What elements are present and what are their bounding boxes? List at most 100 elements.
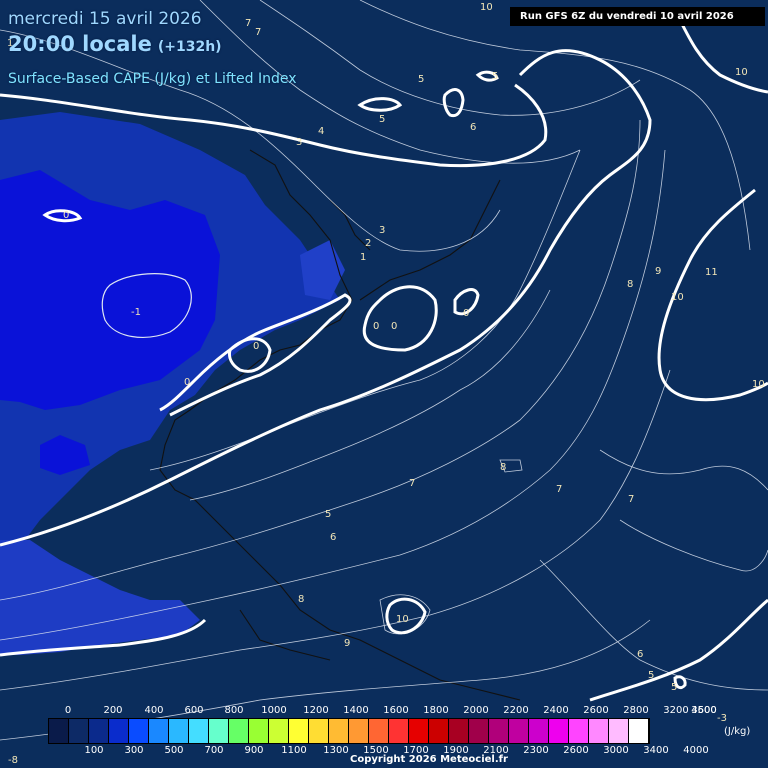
scale-bottom-tick: 900 bbox=[244, 745, 264, 756]
contour-label: 3 bbox=[379, 225, 385, 236]
scale-swatch bbox=[149, 719, 169, 743]
forecast-date: mercredi 15 avril 2026 bbox=[8, 9, 202, 29]
scale-unit: (J/kg) bbox=[724, 726, 751, 737]
scale-swatch bbox=[229, 719, 249, 743]
forecast-time: 20:00 locale (+132h) bbox=[8, 32, 222, 56]
contour-label: 0 bbox=[391, 321, 397, 332]
contour-label: 10 bbox=[735, 67, 748, 78]
contour-label: 8 bbox=[627, 279, 633, 290]
contour-label: 7 bbox=[556, 484, 562, 495]
scale-top-tick: 1600 bbox=[383, 705, 409, 716]
scale-top-tick: 1800 bbox=[423, 705, 449, 716]
scale-swatch bbox=[249, 719, 269, 743]
product-title: Surface-Based CAPE (J/kg) et Lifted Inde… bbox=[8, 71, 297, 87]
contour-label: 0 bbox=[63, 210, 69, 221]
scale-swatch bbox=[409, 719, 429, 743]
scale-bottom-tick: 3400 bbox=[643, 745, 669, 756]
contour-label: 0 bbox=[253, 341, 259, 352]
scale-bottom-tick: 3000 bbox=[603, 745, 629, 756]
scale-swatch bbox=[329, 719, 349, 743]
scale-top-tick: 2600 bbox=[583, 705, 609, 716]
scale-top-tick: 200 bbox=[103, 705, 123, 716]
scale-swatch bbox=[129, 719, 149, 743]
contour-label: 9 bbox=[655, 266, 661, 277]
scale-swatch bbox=[309, 719, 329, 743]
contour-label: 8 bbox=[298, 594, 304, 605]
scale-swatch bbox=[529, 719, 549, 743]
forecast-time-text: 20:00 locale bbox=[8, 32, 152, 56]
contour-label: 5 bbox=[418, 74, 424, 85]
scale-swatch bbox=[49, 719, 69, 743]
contour-label: -8 bbox=[8, 755, 18, 766]
scale-bottom-tick: 700 bbox=[204, 745, 224, 756]
scale-top-tick: 2800 bbox=[623, 705, 649, 716]
contour-label: 2 bbox=[365, 238, 371, 249]
copyright: Copyright 2026 Meteociel.fr bbox=[350, 754, 508, 765]
scale-swatch bbox=[629, 719, 649, 743]
contour-label: -1 bbox=[131, 307, 141, 318]
contour-label: 11 bbox=[705, 267, 718, 278]
scale-top-tick: 2000 bbox=[463, 705, 489, 716]
scale-swatch bbox=[469, 719, 489, 743]
contour-label: 6 bbox=[637, 649, 643, 660]
scale-swatch bbox=[209, 719, 229, 743]
contour-label: 5 bbox=[379, 114, 385, 125]
scale-swatch bbox=[569, 719, 589, 743]
contour-label: 0 bbox=[463, 308, 469, 319]
contour-label: 8 bbox=[500, 462, 506, 473]
scale-swatch bbox=[509, 719, 529, 743]
scale-swatch bbox=[609, 719, 629, 743]
scale-swatch bbox=[289, 719, 309, 743]
scale-top-tick: 1000 bbox=[261, 705, 287, 716]
contour-label: 10 bbox=[752, 379, 765, 390]
weather-map: 7710101555610430213891110-10000010877756… bbox=[0, 0, 768, 768]
contour-label: 5 bbox=[648, 670, 654, 681]
run-info: Run GFS 6Z du vendredi 10 avril 2026 bbox=[510, 7, 765, 26]
contour-label: 5 bbox=[671, 682, 677, 693]
scale-bottom-tick: 100 bbox=[84, 745, 104, 756]
scale-bottom-tick: 2300 bbox=[523, 745, 549, 756]
contour-label: 7 bbox=[245, 18, 251, 29]
contour-label: 10 bbox=[396, 614, 409, 625]
scale-swatch bbox=[169, 719, 189, 743]
scale-top-tick: 3200 bbox=[663, 705, 689, 716]
scale-bottom-tick: 1300 bbox=[323, 745, 349, 756]
contour-label: 6 bbox=[330, 532, 336, 543]
scale-swatch bbox=[89, 719, 109, 743]
scale-bottom-tick: 4000 bbox=[683, 745, 709, 756]
scale-bottom-tick: 500 bbox=[164, 745, 184, 756]
scale-bottom-tick: 1100 bbox=[281, 745, 307, 756]
scale-swatch bbox=[349, 719, 369, 743]
contour-label: 5 bbox=[325, 509, 331, 520]
scale-top-tick: 800 bbox=[224, 705, 244, 716]
scale-top-tick: 2400 bbox=[543, 705, 569, 716]
scale-swatch bbox=[389, 719, 409, 743]
scale-swatch bbox=[189, 719, 209, 743]
contour-label: 4 bbox=[318, 126, 324, 137]
contour-label: 7 bbox=[409, 478, 415, 489]
scale-top-tick: 4500 bbox=[691, 705, 717, 716]
contour-label: 0 bbox=[184, 377, 190, 388]
scale-swatch bbox=[269, 719, 289, 743]
contour-label: 7 bbox=[255, 27, 261, 38]
scale-top-tick: 1200 bbox=[303, 705, 329, 716]
scale-bottom-tick: 2600 bbox=[563, 745, 589, 756]
contour-label: 5 bbox=[492, 71, 498, 82]
contour-label: 9 bbox=[344, 638, 350, 649]
scale-top-tick: 0 bbox=[64, 705, 72, 716]
scale-swatch bbox=[449, 719, 469, 743]
contour-label: 7 bbox=[628, 494, 634, 505]
contour-label: 10 bbox=[671, 292, 684, 303]
scale-swatch bbox=[69, 719, 89, 743]
scale-swatch bbox=[429, 719, 449, 743]
scale-swatch bbox=[549, 719, 569, 743]
scale-swatch bbox=[589, 719, 609, 743]
scale-top-tick: 600 bbox=[184, 705, 204, 716]
scale-top-tick: 1400 bbox=[343, 705, 369, 716]
contour-label: 1 bbox=[360, 252, 366, 263]
contour-label: 6 bbox=[470, 122, 476, 133]
scale-top-tick: 2200 bbox=[503, 705, 529, 716]
scale-swatch bbox=[369, 719, 389, 743]
contour-label: 10 bbox=[480, 2, 493, 13]
contour-label: 0 bbox=[373, 321, 379, 332]
